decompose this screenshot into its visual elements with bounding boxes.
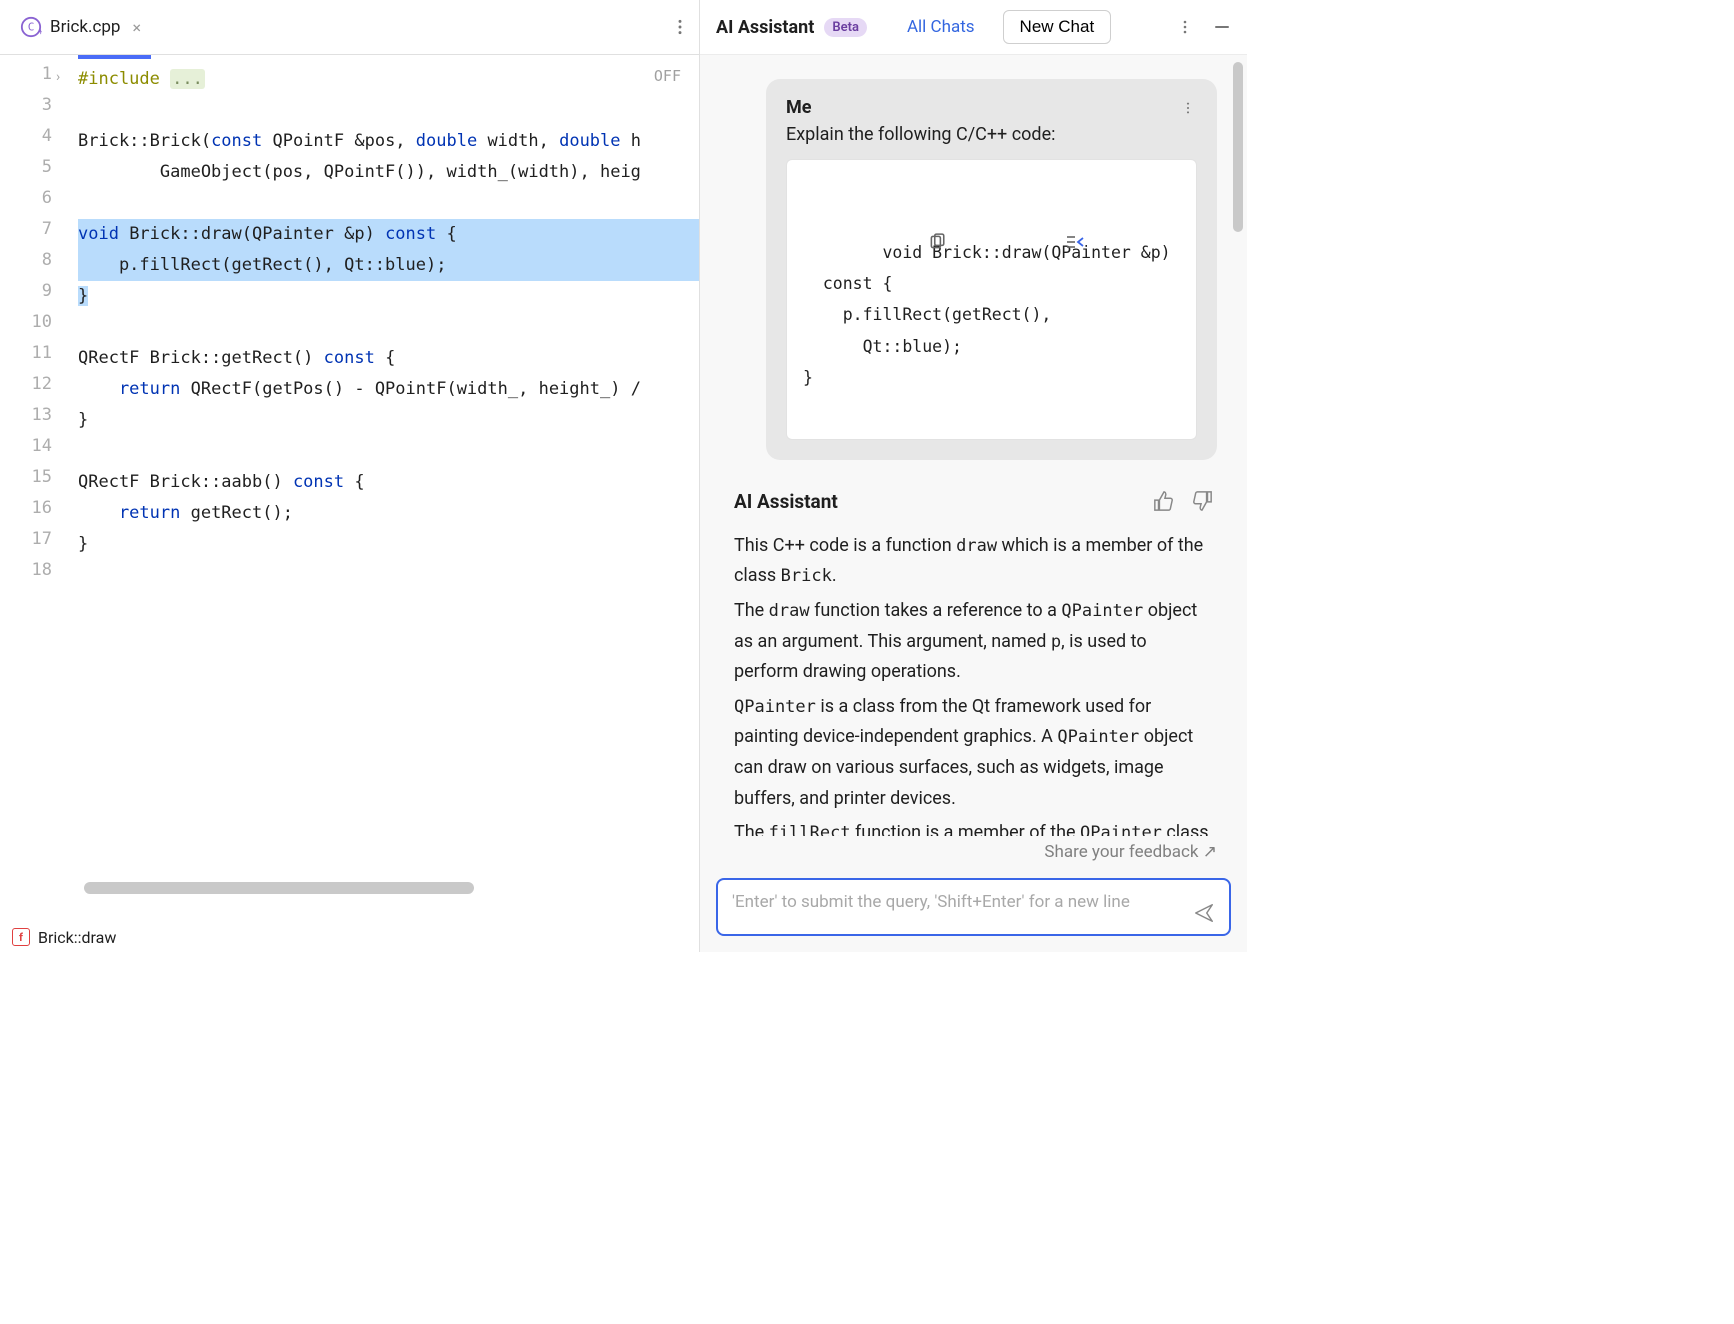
editor-tab-brick[interactable]: C+ Brick.cpp ×: [10, 12, 151, 42]
line-number: 16: [0, 498, 78, 529]
chat-input[interactable]: 'Enter' to submit the query, 'Shift+Ente…: [716, 878, 1231, 936]
code-text: Brick::draw(QPainter &p): [119, 224, 385, 244]
code-text: }: [78, 410, 88, 430]
feedback-link[interactable]: Share your feedback ↗: [700, 836, 1247, 870]
code-text: getRect();: [180, 503, 293, 523]
all-chats-link[interactable]: All Chats: [907, 17, 975, 37]
vertical-scrollbar[interactable]: [1233, 62, 1243, 232]
code-text: p.fillRect(getRect(), Qt::blue);: [78, 255, 446, 275]
user-message: Me Explain the following C/C++ code: voi…: [766, 79, 1217, 460]
assistant-message: AI Assistant This C++ code is a function…: [730, 490, 1217, 836]
assistant-title: AI Assistant: [716, 17, 814, 38]
line-number: 9: [0, 281, 78, 312]
code-text: }: [78, 534, 88, 554]
line-number: 8: [0, 250, 78, 281]
line-number: 12: [0, 374, 78, 405]
line-number: 17: [0, 529, 78, 560]
line-number: 14: [0, 436, 78, 467]
assistant-pane: AI Assistant Beta All Chats New Chat Me …: [700, 0, 1247, 952]
close-icon[interactable]: ×: [132, 18, 141, 37]
fold-arrow-icon[interactable]: ›: [56, 69, 60, 85]
code-text: {: [344, 472, 364, 492]
code-text: QRectF(getPos() - QPointF(width_, height…: [180, 379, 641, 399]
code-text: double: [416, 131, 477, 151]
function-icon: f: [12, 928, 30, 946]
tab-overflow-icon[interactable]: [671, 18, 689, 36]
code-area[interactable]: OFF #include ... Brick::Brick(const QPoi…: [78, 55, 699, 922]
code-text: {: [375, 348, 395, 368]
code-text: return: [78, 503, 180, 523]
tab-bar: C+ Brick.cpp ×: [0, 0, 699, 55]
thumbs-up-icon[interactable]: [1153, 490, 1175, 512]
code-text: return: [78, 379, 180, 399]
line-number: 11: [0, 343, 78, 374]
code-text: }: [78, 286, 88, 306]
code-text: double: [559, 131, 620, 151]
code-text: QRectF Brick::getRect(): [78, 348, 324, 368]
code-snippet: void Brick::draw(QPainter &p) const { p.…: [786, 159, 1197, 440]
editor-pane: C+ Brick.cpp × › 1 3 4 5 6 7 8 9 10 11 1…: [0, 0, 700, 952]
code-text: const: [324, 348, 375, 368]
inspections-off-badge[interactable]: OFF: [654, 67, 681, 85]
fold-placeholder[interactable]: ...: [170, 69, 205, 89]
line-number: 10: [0, 312, 78, 343]
copy-icon[interactable]: [928, 170, 1047, 313]
code-text: const: [211, 131, 262, 151]
assistant-header: AI Assistant Beta All Chats New Chat: [700, 0, 1247, 55]
input-placeholder: 'Enter' to submit the query, 'Shift+Ente…: [732, 892, 1130, 912]
svg-text:+: +: [38, 27, 42, 37]
line-number: 1: [0, 64, 78, 95]
breadcrumb[interactable]: Brick::draw: [38, 928, 116, 947]
code-text: h: [621, 131, 641, 151]
beta-badge: Beta: [824, 18, 867, 37]
code-text: GameObject(pos, QPointF()), width_(width…: [78, 162, 641, 182]
line-number: 18: [0, 560, 78, 591]
kebab-icon[interactable]: [1177, 19, 1193, 35]
line-number: 13: [0, 405, 78, 436]
breadcrumb-bar: f Brick::draw: [0, 922, 699, 952]
line-number: 15: [0, 467, 78, 498]
code-text: {: [436, 224, 456, 244]
minimize-icon[interactable]: [1213, 18, 1231, 36]
assistant-text: This C++ code is a function draw which i…: [734, 531, 1213, 836]
code-text: width,: [477, 131, 559, 151]
message-menu-icon[interactable]: [1181, 101, 1195, 115]
tab-label: Brick.cpp: [50, 17, 120, 37]
insert-icon[interactable]: [1065, 170, 1184, 313]
editor-body: › 1 3 4 5 6 7 8 9 10 11 12 13 14 15 16 1…: [0, 55, 699, 922]
thumbs-down-icon[interactable]: [1191, 490, 1213, 512]
svg-text:C: C: [28, 21, 35, 34]
horizontal-scrollbar[interactable]: [84, 882, 474, 894]
chat-scroll[interactable]: Me Explain the following C/C++ code: voi…: [700, 55, 1247, 836]
gutter: 1 3 4 5 6 7 8 9 10 11 12 13 14 15 16 17 …: [0, 55, 78, 922]
code-text: #include: [78, 69, 170, 89]
user-label: Me: [786, 97, 1197, 118]
code-text: const: [293, 472, 344, 492]
assistant-label: AI Assistant: [734, 490, 838, 513]
cpp-file-icon: C+: [20, 16, 42, 38]
code-text: void: [78, 224, 119, 244]
code-text: QPointF &pos,: [262, 131, 416, 151]
line-number: 4: [0, 126, 78, 157]
line-number: 3: [0, 95, 78, 126]
line-number: 6: [0, 188, 78, 219]
line-number: 7: [0, 219, 78, 250]
input-row: 'Enter' to submit the query, 'Shift+Ente…: [700, 870, 1247, 952]
user-text: Explain the following C/C++ code:: [786, 124, 1197, 145]
code-text: const: [385, 224, 436, 244]
new-chat-button[interactable]: New Chat: [1003, 10, 1112, 44]
send-icon[interactable]: [1193, 902, 1215, 924]
line-number: 5: [0, 157, 78, 188]
code-text: QRectF Brick::aabb(): [78, 472, 293, 492]
code-text: Brick::Brick(: [78, 131, 211, 151]
